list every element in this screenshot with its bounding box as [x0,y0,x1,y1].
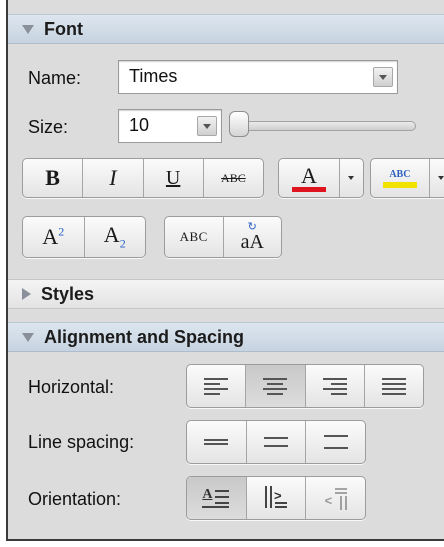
line-spacing-double-button[interactable] [306,421,365,463]
align-center-button[interactable] [246,365,306,407]
chevron-down-icon [348,176,355,180]
small-caps-button[interactable]: ABC [165,217,224,257]
orientation-rotate-down-icon: > [263,486,289,510]
case-button-group: ABC ↻ aA [164,216,282,258]
subscript-icon: A2 [104,222,126,251]
line-spacing-single-button[interactable] [187,421,247,463]
highlight-button-group: ABC [370,158,444,198]
font-name-dropdown-arrow-icon[interactable] [373,67,393,87]
small-caps-icon: ABC [179,229,208,244]
font-size-slider-track[interactable] [234,121,416,131]
superscript-icon: A2 [42,224,64,250]
disclosure-triangle-down-icon [22,332,34,342]
italic-button[interactable]: I [83,159,144,197]
formatting-palette: Font Name: Times Size: 10 B I U ABC A AB… [6,0,444,541]
italic-icon: I [109,165,117,190]
font-section-header[interactable]: Font [8,14,444,44]
font-name-combobox[interactable]: Times [118,60,398,94]
change-case-big: A [249,231,264,253]
superscript-base: A [42,224,59,249]
underline-button[interactable]: U [144,159,204,197]
size-label: Size: [28,117,69,137]
styles-section-header[interactable]: Styles [8,279,444,309]
align-right-button[interactable] [306,365,365,407]
superscript-button[interactable]: A2 [23,217,85,257]
orientation-rotate-down-button[interactable]: > [247,477,307,519]
name-label: Name: [28,68,82,88]
align-right-icon [322,377,347,395]
orientation-horizontal-button[interactable]: A [187,477,247,519]
highlight-color-button[interactable]: ABC [371,159,430,197]
justify-icon [381,377,406,395]
orientation-horizontal-icon: A [202,487,230,509]
highlight-menu-button[interactable] [430,159,444,197]
font-color-button-group: A [278,158,364,198]
font-size-combobox[interactable]: 10 [118,109,222,143]
font-size-value: 10 [129,115,150,135]
single-spacing-icon [204,433,229,451]
line-spacing-label: Line spacing: [28,432,135,452]
strikethrough-icon: ABC [221,170,246,185]
subscript-base: A [103,222,120,248]
font-color-button[interactable]: A [279,159,340,197]
alignment-section-title: Alignment and Spacing [44,326,245,347]
underline-icon: U [165,166,181,189]
disclosure-triangle-down-icon [22,24,34,34]
one-half-spacing-icon [264,433,288,451]
alignment-section-header[interactable]: Alignment and Spacing [8,322,444,352]
highlight-icon: ABC [389,169,411,180]
change-case-icon: aA [241,232,264,252]
justify-button[interactable] [365,365,423,407]
horizontal-alignment-group [186,364,424,408]
subscript-mark: 2 [119,236,126,251]
align-center-icon [263,377,288,395]
text-style-button-group: B I U ABC [22,158,264,198]
font-color-menu-button[interactable] [340,159,363,197]
bold-button[interactable]: B [23,159,84,197]
chevron-down-icon [437,176,444,180]
script-button-group: A2 A2 [22,216,146,258]
line-spacing-one-half-button[interactable] [247,421,307,463]
change-case-button[interactable]: ↻ aA [224,217,282,257]
subscript-button[interactable]: A2 [85,217,146,257]
font-size-dropdown-arrow-icon[interactable] [197,116,217,136]
orientation-label: Orientation: [28,489,122,509]
orientation-rotate-up-icon: < [323,486,349,510]
orientation-group: A > < [186,476,366,520]
strikethrough-button[interactable]: ABC [204,159,263,197]
font-color-icon: A [301,162,317,188]
font-name-value: Times [129,66,178,86]
font-size-slider-thumb[interactable] [229,111,249,137]
double-spacing-icon [323,433,348,451]
disclosure-triangle-right-icon [22,288,31,300]
styles-section-title: Styles [41,283,95,304]
horizontal-label: Horizontal: [28,377,115,397]
superscript-mark: 2 [58,224,65,239]
highlight-color-swatch [382,182,417,188]
font-color-swatch [291,186,326,192]
orientation-rotate-up-button[interactable]: < [306,477,365,519]
align-left-button[interactable] [187,365,247,407]
bold-icon: B [45,165,60,190]
line-spacing-group [186,420,366,464]
align-left-icon [204,377,229,395]
font-section-title: Font [44,18,83,39]
